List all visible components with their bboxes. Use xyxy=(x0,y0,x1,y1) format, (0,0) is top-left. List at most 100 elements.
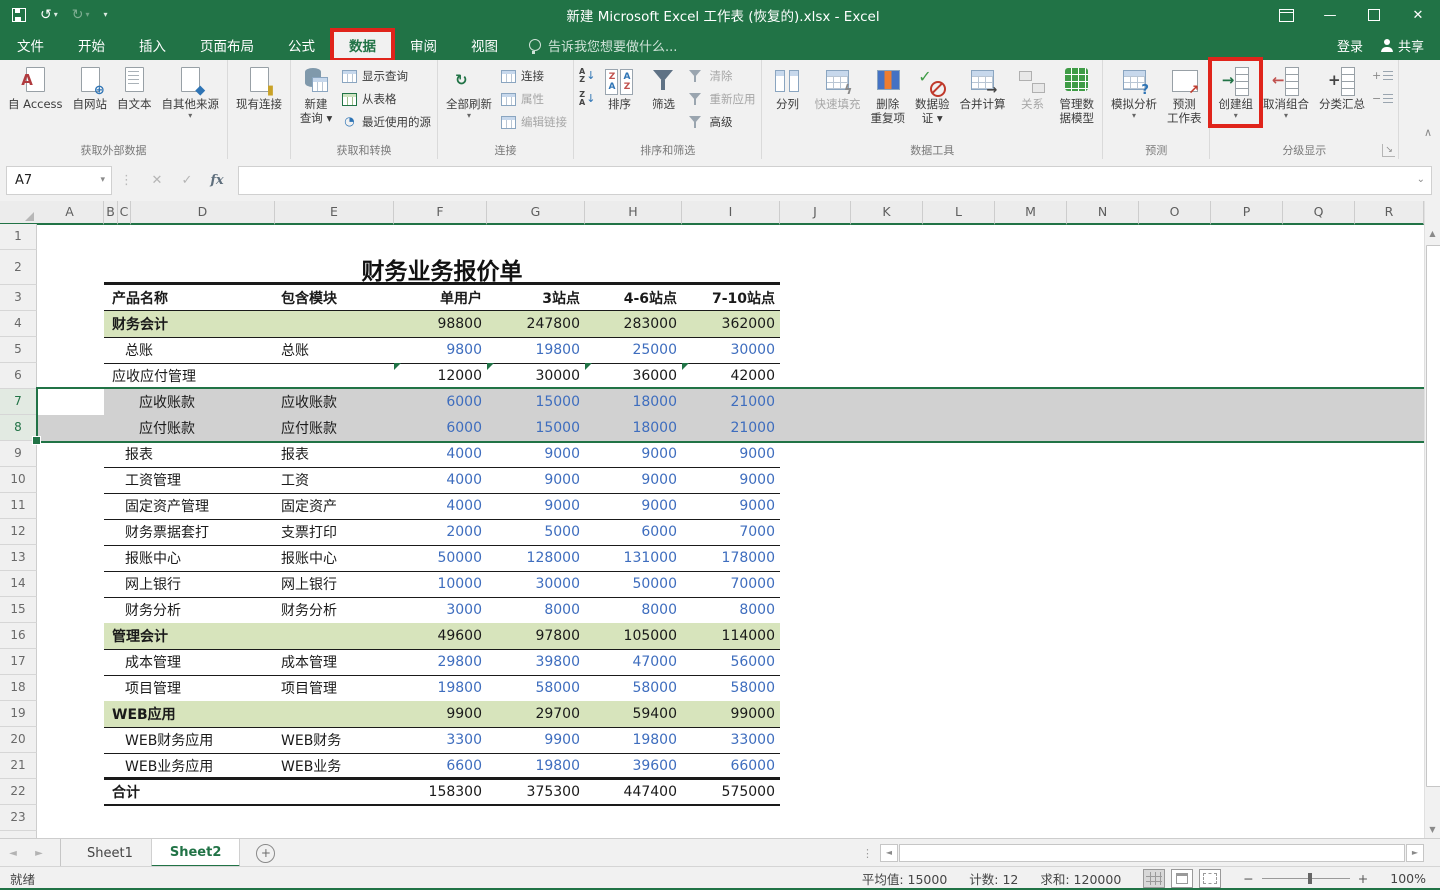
row-header-16[interactable]: 16 xyxy=(0,623,37,649)
cell-module-r4[interactable] xyxy=(275,311,394,337)
cell-value-r14-F[interactable]: 10000 xyxy=(394,571,487,597)
cell-value-r15-H[interactable]: 8000 xyxy=(585,597,682,623)
share-button[interactable]: 共享 xyxy=(1381,36,1424,55)
column-header-K[interactable]: K xyxy=(851,201,923,225)
data-validation[interactable]: ✓数据验证 ▾ xyxy=(910,62,955,128)
table-header-4-6站点[interactable]: 4-6站点 xyxy=(585,285,682,311)
new-query[interactable]: 新建查询 ▾ xyxy=(294,62,338,128)
cell-value-r12-G[interactable]: 5000 xyxy=(487,519,585,545)
row-header-24[interactable]: 24 xyxy=(0,831,37,838)
column-header-Q[interactable]: Q xyxy=(1283,201,1355,225)
sheet-tab-Sheet2[interactable]: Sheet2 xyxy=(151,839,241,867)
table-header-单用户[interactable]: 单用户 xyxy=(394,285,487,311)
maximize-button[interactable] xyxy=(1352,0,1396,30)
vertical-scroll-thumb[interactable] xyxy=(1426,245,1440,787)
name-box-dropdown-icon[interactable]: ▾ xyxy=(100,175,105,185)
cell-value-r5-G[interactable]: 19800 xyxy=(487,337,585,363)
advanced-filter[interactable]: 高级 xyxy=(685,111,758,132)
row-header-6[interactable]: 6 xyxy=(0,363,37,389)
cell-value-r18-G[interactable]: 58000 xyxy=(487,675,585,701)
cell-product-r19[interactable]: WEB应用 xyxy=(104,701,275,727)
cell-module-r11[interactable]: 固定资产 xyxy=(275,493,394,519)
cell-module-r20[interactable]: WEB财务 xyxy=(275,727,394,753)
ungroup[interactable]: ←取消组合▾ xyxy=(1258,62,1314,123)
cell-value-r11-I[interactable]: 9000 xyxy=(682,493,780,519)
cell-product-r21[interactable]: WEB业务应用 xyxy=(104,753,275,779)
cell-value-r8-H[interactable]: 18000 xyxy=(585,415,682,441)
from-other-sources[interactable]: ◆自其他来源▾ xyxy=(157,62,225,123)
show-detail-button[interactable]: + xyxy=(1370,65,1395,86)
cell-value-r19-G[interactable]: 29700 xyxy=(487,701,585,727)
cell-value-r17-I[interactable]: 56000 xyxy=(682,649,780,675)
cell-value-r20-I[interactable]: 33000 xyxy=(682,727,780,753)
page-layout-view-icon[interactable] xyxy=(1171,869,1193,888)
scroll-up-icon[interactable]: ▲ xyxy=(1425,225,1440,242)
cell-value-r10-I[interactable]: 9000 xyxy=(682,467,780,493)
cell-module-r18[interactable]: 项目管理 xyxy=(275,675,394,701)
column-header-H[interactable]: H xyxy=(585,201,682,225)
tab-公式[interactable]: 公式 xyxy=(271,30,332,60)
cell-value-r11-F[interactable]: 4000 xyxy=(394,493,487,519)
cell-value-r15-I[interactable]: 8000 xyxy=(682,597,780,623)
cell-value-r5-I[interactable]: 30000 xyxy=(682,337,780,363)
create-group[interactable]: →创建组▾ xyxy=(1213,62,1258,123)
scroll-right-icon[interactable]: ► xyxy=(1406,844,1424,862)
cell-value-r16-H[interactable]: 105000 xyxy=(585,623,682,649)
cell-value-r12-I[interactable]: 7000 xyxy=(682,519,780,545)
cell-product-r11[interactable]: 固定资产管理 xyxy=(104,493,275,519)
cell-value-r17-G[interactable]: 39800 xyxy=(487,649,585,675)
ribbon-display-options-icon[interactable] xyxy=(1264,0,1308,30)
cell-value-r21-I[interactable]: 66000 xyxy=(682,753,780,779)
from-access[interactable]: A自 Access xyxy=(3,62,68,114)
cell-value-r15-F[interactable]: 3000 xyxy=(394,597,487,623)
row-header-4[interactable]: 4 xyxy=(0,311,37,337)
fill-handle[interactable] xyxy=(32,436,41,445)
column-header-G[interactable]: G xyxy=(487,201,585,225)
cell-value-r19-F[interactable]: 9900 xyxy=(394,701,487,727)
cell-product-r12[interactable]: 财务票据套打 xyxy=(104,519,275,545)
horizontal-scroll-thumb[interactable] xyxy=(899,844,1405,862)
tell-me-box[interactable]: 告诉我您想要做什么... xyxy=(529,30,677,60)
row-header-17[interactable]: 17 xyxy=(0,649,37,675)
cell-value-r8-F[interactable]: 6000 xyxy=(394,415,487,441)
column-header-R[interactable]: R xyxy=(1355,201,1424,225)
remove-duplicates[interactable]: 删除重复项 xyxy=(865,62,910,128)
cell-value-r18-I[interactable]: 58000 xyxy=(682,675,780,701)
cell-value-r6-F[interactable]: 12000 xyxy=(394,363,487,389)
column-header-F[interactable]: F xyxy=(394,201,487,225)
cell-value-r22-F[interactable]: 158300 xyxy=(394,779,487,805)
cell-product-r20[interactable]: WEB财务应用 xyxy=(104,727,275,753)
show-queries[interactable]: 显示查询 xyxy=(338,65,434,86)
cell-value-r4-G[interactable]: 247800 xyxy=(487,311,585,337)
cell-value-r6-I[interactable]: 42000 xyxy=(682,363,780,389)
cell-product-r18[interactable]: 项目管理 xyxy=(104,675,275,701)
cell-value-r10-G[interactable]: 9000 xyxy=(487,467,585,493)
from-text[interactable]: 自文本 xyxy=(112,62,157,114)
cell-value-r14-H[interactable]: 50000 xyxy=(585,571,682,597)
cell-value-r18-F[interactable]: 19800 xyxy=(394,675,487,701)
cell-product-r4[interactable]: 财务会计 xyxy=(104,311,275,337)
minimize-button[interactable]: — xyxy=(1308,0,1352,30)
cell-value-r22-H[interactable]: 447400 xyxy=(585,779,682,805)
sort-ascending-button[interactable]: AZ↓ xyxy=(577,65,597,86)
sheet-nav-left-icon[interactable]: ◄ xyxy=(0,839,26,867)
sign-in-link[interactable]: 登录 xyxy=(1337,36,1363,55)
existing-connections[interactable]: ▮现有连接 xyxy=(231,62,287,114)
cell-module-r19[interactable] xyxy=(275,701,394,727)
cell-value-r4-H[interactable]: 283000 xyxy=(585,311,682,337)
sort[interactable]: ZAAZ排序 xyxy=(597,62,641,114)
cell-value-r13-H[interactable]: 131000 xyxy=(585,545,682,571)
cell-value-r11-G[interactable]: 9000 xyxy=(487,493,585,519)
column-header-O[interactable]: O xyxy=(1139,201,1211,225)
cell-value-r22-G[interactable]: 375300 xyxy=(487,779,585,805)
cell-product-r9[interactable]: 报表 xyxy=(104,441,275,467)
zoom-level[interactable]: 100% xyxy=(1390,871,1426,886)
cell-value-r10-F[interactable]: 4000 xyxy=(394,467,487,493)
row-header-10[interactable]: 10 xyxy=(0,467,37,493)
column-header-P[interactable]: P xyxy=(1211,201,1283,225)
tab-开始[interactable]: 开始 xyxy=(61,30,122,60)
row-header-7[interactable]: 7 xyxy=(0,389,38,415)
cell-product-r15[interactable]: 财务分析 xyxy=(104,597,275,623)
cell-value-r11-H[interactable]: 9000 xyxy=(585,493,682,519)
undo-icon[interactable]: ↺▾ xyxy=(40,0,58,30)
